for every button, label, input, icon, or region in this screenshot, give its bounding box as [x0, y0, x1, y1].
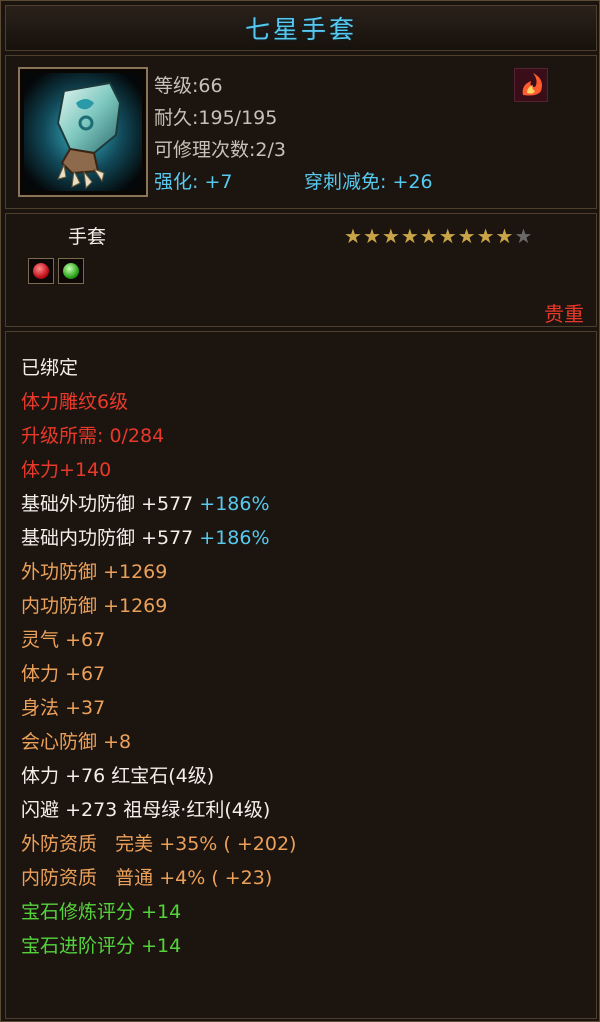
star-filled-icon: ★ [476, 224, 495, 248]
level-stat: 等级:66 [154, 75, 223, 97]
defense-stat-row: 内功防御 +1269 [21, 595, 168, 617]
pierce-stat: 穿刺减免: +26 [304, 171, 433, 193]
type-section: 手套 ★ ★ ★ ★ ★ ★ ★ ★ ★ ★ 贵重 [5, 213, 597, 327]
rarity-label: 贵重 [544, 302, 584, 326]
quality-row: 外防资质 完美 +35% ( +202) [21, 833, 297, 855]
engrave-level: 体力雕纹6级 [21, 391, 129, 413]
score-row: 宝石进阶评分 +14 [21, 935, 182, 957]
engrave-bonus: 体力+140 [21, 459, 112, 481]
star-filled-icon: ★ [419, 224, 438, 248]
gauntlet-icon [24, 73, 142, 191]
enhance-stat: 强化: +7 [154, 171, 233, 193]
title-bar: 七星手套 [5, 5, 597, 51]
item-icon-frame[interactable] [18, 67, 148, 197]
star-filled-icon: ★ [344, 224, 362, 248]
bonus-stat-row: 灵气 +67 [21, 629, 106, 651]
star-rating: ★ ★ ★ ★ ★ ★ ★ ★ ★ ★ [344, 226, 532, 246]
durability-stat: 耐久:195/195 [154, 107, 278, 129]
emerald-gem-icon[interactable] [58, 258, 84, 284]
bonus-stat-row: 会心防御 +8 [21, 731, 132, 753]
attributes-section: 已绑定 体力雕纹6级 升级所需: 0/284 体力+140 基础外功防御 +57… [5, 331, 597, 1019]
base-stat-row: 基础内功防御 +577 +186% [21, 527, 270, 549]
upgrade-requirement: 升级所需: 0/284 [21, 425, 165, 447]
star-filled-icon: ★ [457, 224, 476, 248]
item-name: 七星手套 [244, 15, 357, 44]
base-stat-row: 基础外功防御 +577 +186% [21, 493, 270, 515]
repair-stat: 可修理次数:2/3 [154, 139, 286, 161]
bonus-stat-row: 体力 +67 [21, 663, 106, 685]
score-row: 宝石修炼评分 +14 [21, 901, 182, 923]
star-filled-icon: ★ [495, 224, 514, 248]
flame-skill-icon[interactable] [514, 68, 548, 102]
star-filled-icon: ★ [381, 224, 400, 248]
quality-row: 内防资质 普通 +4% ( +23) [21, 867, 273, 889]
bound-status: 已绑定 [21, 357, 79, 379]
star-filled-icon: ★ [438, 224, 457, 248]
bonus-stat-row: 身法 +37 [21, 697, 106, 719]
star-empty-icon: ★ [514, 224, 533, 248]
gem-stat-row: 体力 +76 红宝石(4级) [21, 765, 215, 787]
header-section: 等级:66 耐久:195/195 可修理次数:2/3 强化: +7 穿刺减免: … [5, 55, 597, 209]
gem-stat-row: 闪避 +273 祖母绿·红利(4级) [21, 799, 271, 821]
ruby-gem-icon[interactable] [28, 258, 54, 284]
item-type: 手套 [68, 226, 107, 248]
item-tooltip: 七星手套 等级:66 耐久:195/195 可修理次数:2/3 强化: +7 穿… [0, 0, 600, 1022]
star-filled-icon: ★ [362, 224, 381, 248]
star-filled-icon: ★ [400, 224, 419, 248]
defense-stat-row: 外功防御 +1269 [21, 561, 168, 583]
